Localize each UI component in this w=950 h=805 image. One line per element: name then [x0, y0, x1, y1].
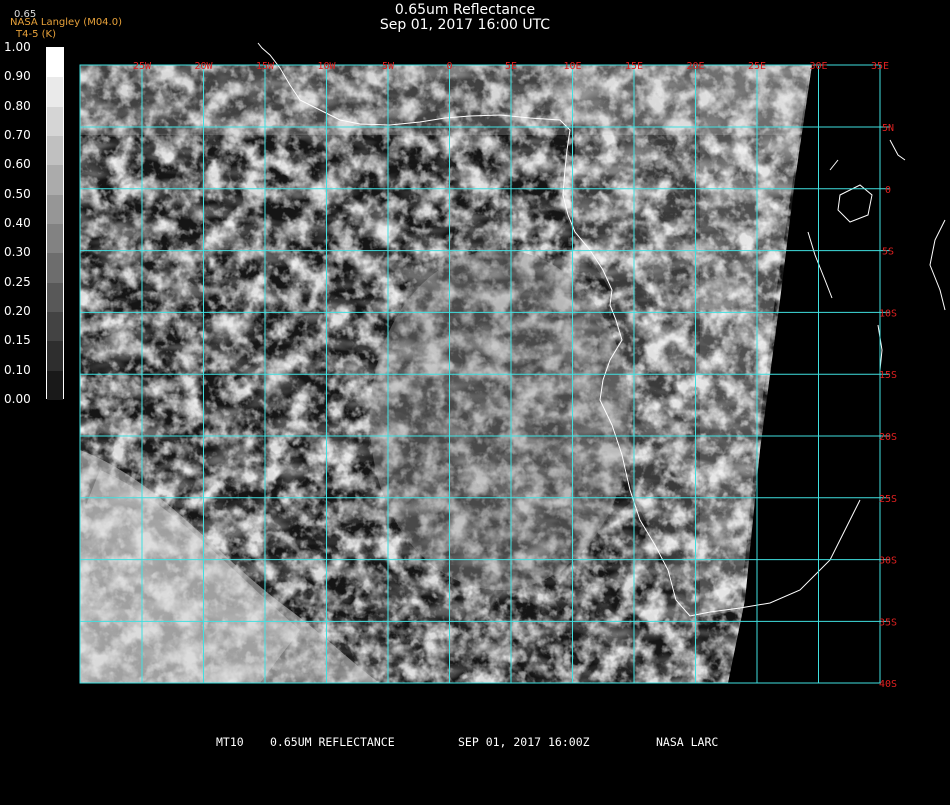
longitude-label: 20E	[686, 61, 704, 72]
longitude-label: 30E	[809, 61, 827, 72]
longitude-label: 10E	[563, 61, 581, 72]
latitude-labels: 5N 0 5S 10S 15S 20S 25S 30S 35S 40S	[879, 123, 897, 690]
longitude-label: 25E	[748, 61, 766, 72]
longitude-label: 15W	[256, 61, 275, 72]
footer-product: MT10	[216, 735, 244, 749]
longitude-label: 15E	[625, 61, 643, 72]
latitude-label: 20S	[879, 432, 897, 443]
latitude-label: 5N	[882, 123, 894, 134]
footer-datetime: SEP 01, 2017 16:00Z	[458, 735, 590, 749]
latitude-label: 40S	[879, 679, 897, 690]
satellite-map: 25W 20W 15W 10W 5W 0 5E 10E 15E 20E 25E 30E 35E 5N05…	[79, 42, 946, 690]
footer-source: NASA LARC	[656, 735, 719, 749]
longitude-label: 5E	[505, 61, 517, 72]
latitude-label: 30S	[879, 556, 897, 567]
longitude-label: 20W	[194, 61, 213, 72]
latitude-label: 35S	[879, 617, 897, 628]
latitude-label: 5S	[882, 247, 894, 258]
latitude-label: 15S	[879, 370, 897, 381]
latitude-label: 25S	[879, 494, 897, 505]
longitude-label: 5W	[382, 61, 395, 72]
longitude-label: 10W	[317, 61, 336, 72]
footer-caption: MT10 0.65UM REFLECTANCE SEP 01, 2017 16:…	[0, 735, 950, 805]
latitude-label: 0	[885, 185, 891, 196]
longitude-label: 35E	[871, 61, 889, 72]
footer-band: 0.65UM REFLECTANCE	[270, 735, 395, 749]
latitude-label: 10S	[879, 308, 897, 319]
longitude-label: 0	[446, 61, 452, 72]
longitude-label: 25W	[133, 61, 152, 72]
